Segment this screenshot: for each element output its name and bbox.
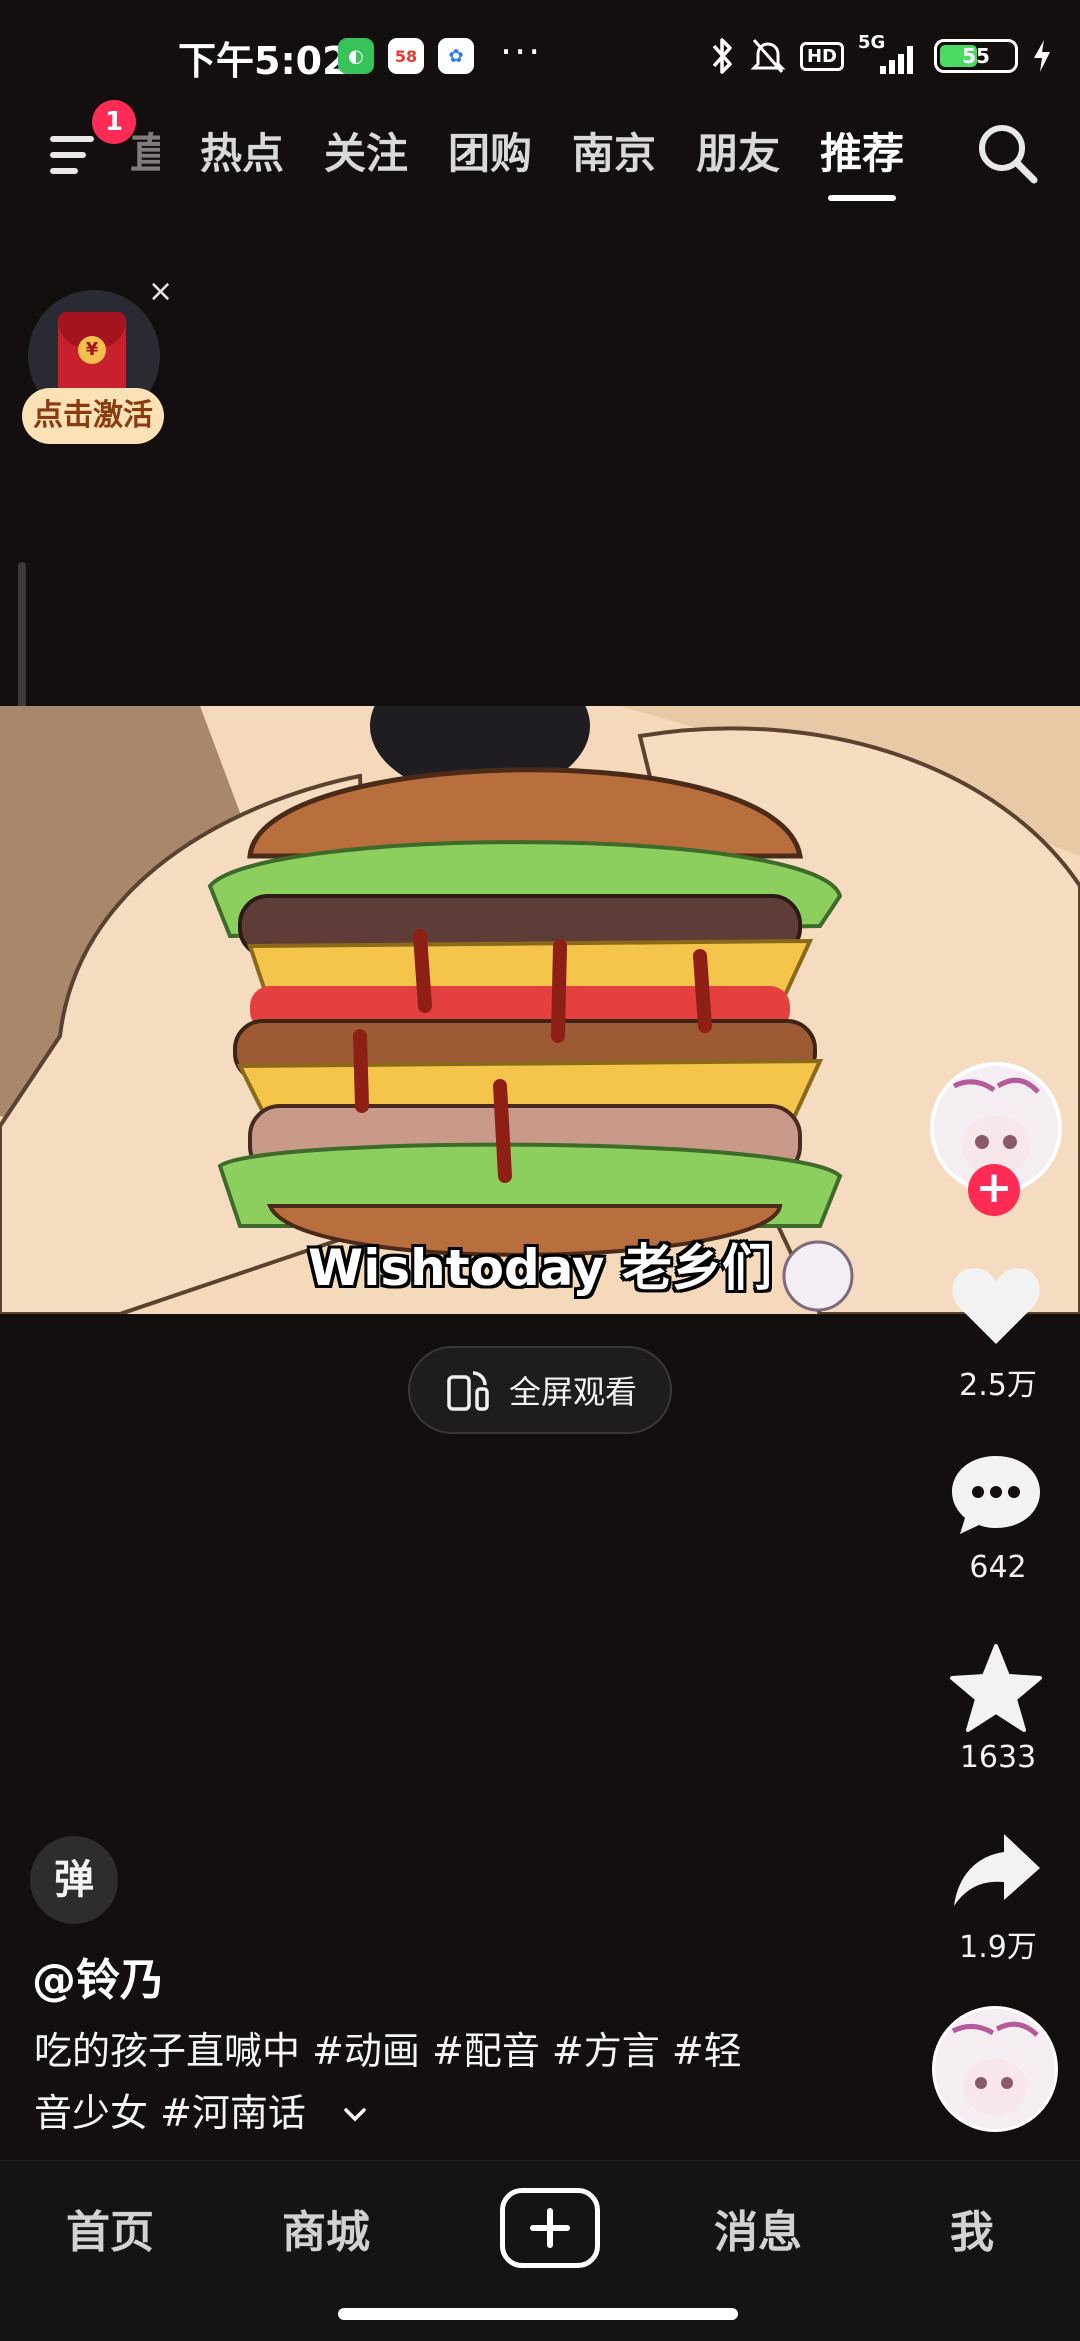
- music-disc-avatar[interactable]: [932, 2006, 1058, 2132]
- tab-live[interactable]: 直播: [130, 120, 160, 181]
- fullscreen-label: 全屏观看: [508, 1373, 637, 1411]
- home-indicator[interactable]: [338, 2308, 738, 2320]
- chevron-down-icon[interactable]: [340, 2100, 370, 2130]
- hd-badge: HD: [799, 41, 844, 71]
- menu-button[interactable]: [44, 128, 104, 188]
- coin-icon: ¥: [78, 336, 106, 364]
- nav-me[interactable]: 我: [892, 2196, 1052, 2260]
- battery-icon: 55: [934, 39, 1018, 73]
- tab-group-buy[interactable]: 团购: [448, 120, 532, 181]
- charging-icon: [1034, 40, 1050, 72]
- danmu-toggle-button[interactable]: 弹: [30, 1836, 118, 1924]
- status-bar: 下午5:02 ◐ 58 ✿ ··· HD 5G 55: [0, 0, 1080, 110]
- favorite-star-icon[interactable]: [950, 1644, 1042, 1732]
- signal-icon: 5G: [858, 32, 920, 76]
- comment-count: 642: [969, 1550, 1027, 1585]
- bell-muted-icon: [750, 39, 786, 73]
- red-packet-activate-button[interactable]: 点击激活: [22, 388, 164, 444]
- like-count: 2.5万: [959, 1368, 1037, 1403]
- heart-icon[interactable]: [950, 1262, 1042, 1348]
- status-time: 下午5:02: [178, 39, 349, 83]
- tab-nanjing[interactable]: 南京: [572, 120, 656, 181]
- video-player[interactable]: [0, 706, 1080, 1314]
- bluetooth-icon: [712, 38, 732, 74]
- tab-friends[interactable]: 朋友: [696, 120, 780, 181]
- author-name[interactable]: @铃乃: [32, 1944, 164, 2008]
- follow-button[interactable]: +: [968, 1164, 1020, 1216]
- caption-line-1: 吃的孩子直喊中 #动画 #配音 #方言 #轻: [34, 2029, 742, 2073]
- rotate-phone-icon: [447, 1371, 489, 1411]
- 58-app-icon: 58: [388, 38, 424, 74]
- scroll-indicator: [18, 562, 26, 722]
- favorite-count: 1633: [959, 1740, 1037, 1775]
- close-icon[interactable]: ×: [148, 274, 173, 309]
- tab-recommended-label: 推荐: [820, 128, 905, 178]
- video-caption[interactable]: 吃的孩子直喊中 #动画 #配音 #方言 #轻 音少女 #河南话: [34, 2020, 834, 2144]
- video-frame-image: [0, 706, 1080, 1314]
- status-overflow-icon: ···: [500, 30, 543, 74]
- fullscreen-button[interactable]: 全屏观看: [408, 1346, 672, 1434]
- status-right-group: HD 5G 55: [710, 32, 1052, 78]
- nav-mall[interactable]: 商城: [246, 2196, 406, 2260]
- video-subtitle: Wishtoday 老乡们: [308, 1239, 772, 1297]
- search-icon[interactable]: [972, 118, 1042, 188]
- top-tabs: 直播 热点 关注 团购 南京 朋友 推荐: [130, 110, 944, 201]
- caption-line-2: 音少女 #河南话: [34, 2091, 306, 2135]
- plus-icon: [530, 2208, 570, 2248]
- nav-messages[interactable]: 消息: [678, 2196, 838, 2260]
- active-tab-underline: [828, 194, 897, 201]
- comment-icon[interactable]: [950, 1452, 1042, 1538]
- nav-home[interactable]: 首页: [30, 2196, 190, 2260]
- create-button[interactable]: [500, 2188, 600, 2268]
- tab-following[interactable]: 关注: [324, 120, 408, 181]
- share-arrow-icon[interactable]: [950, 1830, 1042, 1910]
- tab-hot[interactable]: 热点: [200, 120, 284, 181]
- tab-recommended[interactable]: 推荐: [820, 120, 905, 201]
- cloud-app-icon: ✿: [438, 38, 474, 74]
- wechat-icon: ◐: [338, 38, 374, 74]
- share-count: 1.9万: [959, 1930, 1037, 1965]
